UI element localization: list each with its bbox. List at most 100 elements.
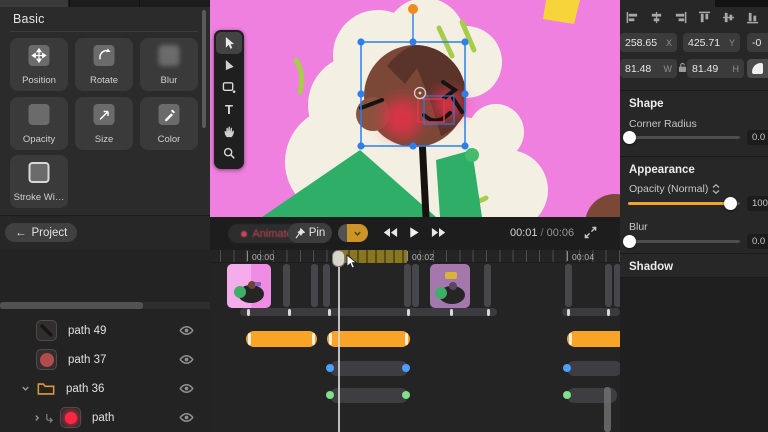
collapsed-clip[interactable] <box>323 264 330 307</box>
text-tool[interactable]: T <box>216 98 242 120</box>
height-field[interactable]: 81.49 H <box>687 59 744 78</box>
align-top-icon[interactable] <box>698 11 711 24</box>
clip-handle[interactable] <box>312 333 315 345</box>
fullscreen-expand-icon[interactable] <box>584 226 597 239</box>
rotation-handle[interactable] <box>408 4 418 14</box>
clip-handle[interactable] <box>248 333 251 345</box>
clip-handle[interactable] <box>569 333 572 345</box>
collapsed-clip[interactable] <box>404 264 411 307</box>
corner-tool-button[interactable] <box>747 59 768 78</box>
summary-keyframe[interactable] <box>407 309 410 316</box>
blur-slider-handle[interactable] <box>623 235 636 248</box>
blend-mode-stepper-icon[interactable] <box>712 184 720 194</box>
layer-row-path37[interactable]: path 37 <box>0 345 210 374</box>
align-bottom-icon[interactable] <box>746 11 759 24</box>
effect-size-button[interactable]: Size <box>75 97 133 150</box>
rotation-field[interactable]: -0 <box>747 33 768 52</box>
summary-track[interactable] <box>240 308 497 316</box>
blur-value[interactable]: 0.0 <box>747 234 768 249</box>
corner-radius-slider[interactable] <box>628 136 740 139</box>
layer-row-path36[interactable]: path 36 <box>0 374 210 403</box>
opacity-value[interactable]: 100 <box>747 196 768 211</box>
effect-color-button[interactable]: Color <box>140 97 198 150</box>
keyframe-track[interactable] <box>567 361 620 376</box>
summary-track[interactable] <box>562 308 620 316</box>
pin-button[interactable]: Pin <box>288 223 332 243</box>
rectangle-tool[interactable] <box>216 76 242 98</box>
animation-clip-bar[interactable] <box>567 331 620 347</box>
keyframe-green[interactable] <box>326 391 334 399</box>
keyframe-blue[interactable] <box>326 364 334 372</box>
collapsed-clip[interactable] <box>311 264 318 307</box>
align-right-icon[interactable] <box>674 11 687 24</box>
clip-handle[interactable] <box>405 333 408 345</box>
keyframe-green[interactable] <box>563 391 571 399</box>
rewind-button[interactable] <box>382 226 398 239</box>
eye-visibility-icon[interactable] <box>179 325 194 336</box>
keyframe-blue[interactable] <box>402 364 410 372</box>
x-position-field[interactable]: 258.65 X <box>620 33 677 52</box>
hand-tool[interactable] <box>216 120 242 142</box>
canvas-viewport[interactable]: T <box>210 0 620 217</box>
summary-keyframe[interactable] <box>567 309 570 316</box>
direct-select-tool[interactable] <box>216 54 242 76</box>
animate-label: Animate <box>252 227 293 240</box>
collapsed-clip[interactable] <box>484 264 491 307</box>
animation-clip-bar[interactable] <box>246 331 317 347</box>
summary-keyframe[interactable] <box>247 309 250 316</box>
blur-slider[interactable] <box>628 240 740 243</box>
back-to-project-button[interactable]: ← Project <box>5 223 78 242</box>
animate-options-dropdown[interactable] <box>338 224 368 242</box>
play-button[interactable] <box>408 226 420 239</box>
y-position-field[interactable]: 425.71 Y <box>683 33 740 52</box>
summary-keyframe[interactable] <box>487 309 490 316</box>
clip-handle[interactable] <box>329 333 332 345</box>
timeline-thumbnail[interactable] <box>430 264 470 308</box>
effect-blur-button[interactable]: Blur <box>140 38 198 91</box>
collapsed-clip[interactable] <box>565 264 572 307</box>
summary-keyframe[interactable] <box>328 309 331 316</box>
collapsed-clip[interactable] <box>283 264 290 307</box>
align-center-h-icon[interactable] <box>650 11 663 24</box>
eye-visibility-icon[interactable] <box>179 412 194 423</box>
width-field[interactable]: 81.48 W <box>620 59 677 78</box>
appearance-section-title: Appearance <box>629 164 695 176</box>
corner-radius-slider-handle[interactable] <box>623 131 636 144</box>
corner-radius-value[interactable]: 0.0 <box>747 130 768 145</box>
effect-stroke-width-button[interactable]: Stroke Wi… <box>10 155 68 208</box>
layers-hscroll-track[interactable] <box>0 302 210 309</box>
playhead-handle[interactable] <box>332 250 345 267</box>
mouse-cursor <box>346 254 358 270</box>
active-tab[interactable] <box>0 0 68 7</box>
timeline-scrollbar[interactable] <box>604 387 611 432</box>
fast-forward-button[interactable] <box>431 226 447 239</box>
keyframe-track[interactable] <box>330 388 408 403</box>
layers-hscroll-thumb[interactable] <box>0 302 143 309</box>
chevron-right-icon[interactable] <box>33 414 41 422</box>
eye-visibility-icon[interactable] <box>179 354 194 365</box>
layer-row-path[interactable]: path <box>0 403 210 432</box>
summary-keyframe[interactable] <box>450 309 453 316</box>
lock-aspect-icon[interactable] <box>678 62 687 73</box>
effect-rotate-button[interactable]: Rotate <box>75 38 133 91</box>
timeline-thumbnail[interactable] <box>227 264 271 308</box>
zoom-tool[interactable] <box>216 142 242 164</box>
effect-opacity-button[interactable]: Opacity <box>10 97 68 150</box>
keyframe-green[interactable] <box>402 391 410 399</box>
align-left-icon[interactable] <box>626 11 639 24</box>
keyframe-blue[interactable] <box>563 364 571 372</box>
timeline-area[interactable]: 00:00 00:02 00:04 <box>210 250 620 432</box>
select-tool[interactable] <box>216 32 242 54</box>
opacity-slider-handle[interactable] <box>724 197 737 210</box>
keyframe-track[interactable] <box>330 361 408 376</box>
collapsed-clip[interactable] <box>605 264 612 307</box>
layer-row-path49[interactable]: path 49 <box>0 316 210 345</box>
align-middle-v-icon[interactable] <box>722 11 735 24</box>
effects-scrollbar[interactable] <box>202 10 206 128</box>
summary-keyframe[interactable] <box>607 309 610 316</box>
collapsed-clip[interactable] <box>412 264 419 307</box>
eye-visibility-icon[interactable] <box>179 383 194 394</box>
summary-keyframe[interactable] <box>288 309 291 316</box>
chevron-down-icon[interactable] <box>21 384 30 393</box>
effect-position-button[interactable]: Position <box>10 38 68 91</box>
